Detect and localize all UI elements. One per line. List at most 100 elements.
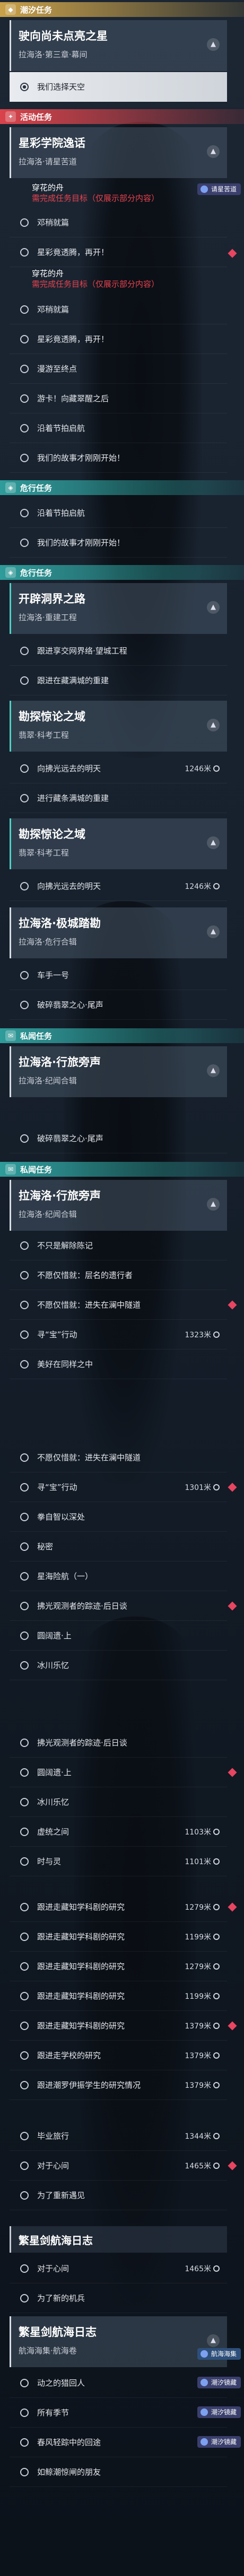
chevron-icon[interactable]: ▲ — [207, 145, 220, 158]
distance: 1344米 — [185, 2131, 220, 2141]
objective-row[interactable]: 拂光观测者的踪迹·后日谈 — [10, 1591, 227, 1621]
objective-row[interactable]: 邓稍就篇 — [10, 295, 227, 324]
note-line: 穿花的舟 — [32, 269, 64, 278]
radio-icon — [20, 2378, 29, 2387]
quest-card[interactable]: 拉海洛·行旅旁声 拉海洛·纪闻合辑 ▲ — [10, 1180, 227, 1231]
objective-row[interactable]: 不愿仅惜就：层名的遗行者 — [10, 1260, 227, 1290]
objective-row[interactable]: 为了新的机兵 — [10, 2283, 227, 2313]
objective-row[interactable]: 跟进走藏知学科剧的研究 1199米 — [10, 1981, 227, 2011]
objective-row[interactable]: 拂光观测者的踪迹·后日谈 — [10, 1728, 227, 1758]
objective-row[interactable]: 秘密 — [10, 1532, 227, 1562]
objective-row[interactable]: 游卡！向藏翠醒之后 — [10, 384, 227, 413]
objective-row[interactable]: 我们的故事才刚刚开始！ — [10, 443, 227, 473]
objective-row[interactable]: 星海险航（一） — [10, 1562, 227, 1591]
objective-row[interactable]: 向拂光远去的明天 1246米 — [10, 871, 227, 901]
objective-row[interactable]: 我们的故事才刚刚开始！ — [10, 528, 227, 558]
objective-row[interactable]: 虚统之间 1103米 — [10, 1817, 227, 1847]
objective-row[interactable]: 不愿仅惜就：进失在澜中隧道 — [10, 1290, 227, 1320]
section-title: 私闻任务 — [20, 1165, 53, 1175]
objective-row[interactable]: 跟进享交网界络·望城工程 — [10, 636, 227, 666]
objective-row[interactable]: 星彩竟透腾，再开！ — [10, 324, 227, 354]
radio-icon — [20, 394, 29, 403]
chevron-icon[interactable]: ▲ — [207, 2334, 220, 2347]
distance-text: 1246米 — [185, 764, 211, 773]
section-header-reply: ✉ 私闻任务 — [0, 1162, 244, 1177]
chevron-icon[interactable]: ▲ — [207, 601, 220, 614]
distance-text: 1279米 — [185, 1962, 211, 1971]
locate-icon — [213, 1933, 220, 1940]
objective-row[interactable]: 对于心间 1465米 — [10, 2151, 227, 2181]
radio-icon — [20, 1962, 29, 1971]
quest-card[interactable]: 繁星剑航海日志 — [10, 2226, 227, 2253]
quest-card[interactable]: 拉海洛·行旅旁声 拉海洛·纪闻合辑 ▲ — [10, 1046, 227, 1097]
objective-row[interactable]: 漫游至终点 — [10, 354, 227, 384]
objective-row[interactable]: 寻“宝”行动 1323米 — [10, 1320, 227, 1349]
objective-row[interactable]: 跟进走藏知学科剧的研究 1279米 — [10, 1892, 227, 1922]
quest-card[interactable]: 勘探惊论之域 翡翠·科考工程 ▲ — [10, 701, 227, 752]
objective-row[interactable]: 时与灵 1101米 — [10, 1847, 227, 1876]
objective-row[interactable]: 邓稍就篇 — [10, 208, 227, 237]
quest-card[interactable]: 星彩学院逸话 拉海洛·请星苦道 ▲ — [10, 127, 227, 178]
quest-card[interactable]: 勘探惊论之域 翡翠·科考工程 ▲ — [10, 818, 227, 869]
objective-note: 穿花的舟 需完成任务目标（仅展示部分内容） — [32, 182, 159, 204]
objective-row[interactable]: 不只是解除陈记 — [10, 1231, 227, 1260]
section-title: 活动任务 — [20, 112, 53, 122]
objective-row[interactable]: 不愿仅惜就：进失在澜中隧道 — [10, 1443, 227, 1472]
objective-text: 跟进享交网界络·望城工程 — [37, 646, 127, 656]
objective-row[interactable]: 毕业旅行 1344米 — [10, 2121, 227, 2151]
objective-row[interactable]: 所有季节 — [10, 2398, 227, 2428]
quest-card[interactable]: 繁星剑航海日志 航海海集·航海卷 ▲ — [10, 2316, 227, 2367]
objective-row[interactable]: 如鲸潮惊闸的朋友 — [10, 2457, 227, 2487]
objective-row[interactable]: 对于心间 1465米 — [10, 2254, 227, 2283]
chevron-icon[interactable]: ▲ — [207, 719, 220, 731]
objective-row[interactable]: 跟进走藏知学科剧的研究 1199米 — [10, 1922, 227, 1952]
radio-icon — [20, 1857, 29, 1866]
objective-row[interactable]: 向拂光远去的明天 1246米 — [10, 754, 227, 783]
collection-tag: 航海海集 — [197, 2348, 241, 2360]
objective-selected[interactable]: 我们选择天空 — [10, 72, 227, 102]
objective-text: 跟进走藏知学科剧的研究 — [37, 1932, 125, 1942]
radio-icon — [20, 1512, 29, 1521]
objective-row[interactable]: 跟进潮罗伊振学生的研究情况 1379米 — [10, 2070, 227, 2100]
chevron-icon[interactable]: ▲ — [207, 38, 220, 51]
objective-row[interactable]: 破碎翡翠之心·尾声 — [10, 990, 227, 1020]
objective-row[interactable]: 动之的猎回人 — [10, 2368, 227, 2398]
objective-text: 拂光观测者的踪迹·后日谈 — [37, 1738, 127, 1748]
objective-row[interactable]: 跟进在藏满城的重建 — [10, 666, 227, 695]
objective-text: 向拂光远去的明天 — [37, 881, 101, 891]
objective-row[interactable]: 冰川乐忆 — [10, 1651, 227, 1680]
chevron-icon[interactable]: ▲ — [207, 836, 220, 849]
distance: 1101米 — [185, 1856, 220, 1867]
objective-row[interactable]: 拳自智以深处 — [10, 1502, 227, 1532]
quest-card[interactable]: 驶向尚未点亮之星 拉海洛·第三章·幕间 ▲ — [10, 20, 227, 71]
objective-row[interactable]: 星彩竟透腾，再开！ — [10, 237, 227, 267]
objective-row[interactable]: 美好在同样之中 — [10, 1349, 227, 1379]
chevron-icon[interactable]: ▲ — [207, 1198, 220, 1211]
note-line: 穿花的舟 — [32, 183, 64, 192]
quest-card[interactable]: 拉海洛·极城踏勘 拉海洛·危行合辑 ▲ — [10, 907, 227, 958]
objective-row[interactable]: 进行藏条满城的重建 — [10, 783, 227, 813]
objective-row[interactable]: 冰川乐忆 — [10, 1787, 227, 1817]
quest-subtitle: 拉海洛·请星苦道 — [19, 157, 77, 166]
objective-row[interactable]: 为了重新遇见 — [10, 2181, 227, 2210]
objective-row[interactable]: 沿着节拍启航 — [10, 498, 227, 528]
chevron-icon[interactable]: ▲ — [207, 1064, 220, 1077]
objective-text: 跟进在藏满城的重建 — [37, 676, 109, 685]
chevron-icon[interactable]: ▲ — [207, 925, 220, 938]
objective-row[interactable]: 破碎翡翠之心·尾声 — [10, 1124, 227, 1153]
radio-icon — [20, 1542, 29, 1551]
quest-subtitle: 翡翠·科考工程 — [19, 730, 69, 740]
objective-row[interactable]: 圆阔遗·上 — [10, 1621, 227, 1651]
quest-card[interactable]: 开辟洞界之路 拉海洛·重建工程 ▲ — [10, 583, 227, 634]
objective-row[interactable]: 圆阔遗·上 — [10, 1758, 227, 1787]
objective-text: 毕业旅行 — [37, 2131, 69, 2141]
radio-icon — [20, 2191, 29, 2200]
objective-note: 穿花的舟 需完成任务目标（仅展示部分内容） — [32, 268, 159, 289]
objective-row[interactable]: 沿着节拍启航 — [10, 413, 227, 443]
objective-row[interactable]: 春风轻踪中的回途 — [10, 2428, 227, 2457]
objective-row[interactable]: 跟进走藏知学科剧的研究 1379米 — [10, 2011, 227, 2041]
objective-row[interactable]: 跟进走学校的研究 1379米 — [10, 2041, 227, 2070]
objective-row[interactable]: 车手一号 — [10, 960, 227, 990]
objective-row[interactable]: 寻“宝”行动 1301米 — [10, 1472, 227, 1502]
objective-row[interactable]: 跟进走藏知学科剧的研究 1279米 — [10, 1952, 227, 1981]
